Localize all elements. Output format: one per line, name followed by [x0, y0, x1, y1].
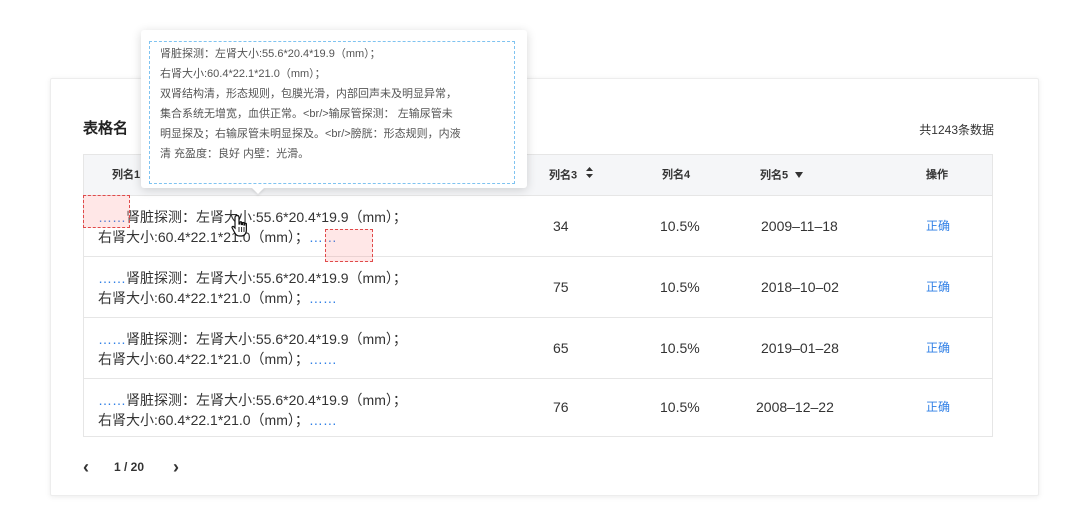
description-line-1: 肾脏探测：左肾大小:55.6*20.4*19.9（mm）；	[126, 209, 407, 225]
tooltip-content: 肾脏探测：左肾大小:55.6*20.4*19.9（mm）； 右肾大小:60.4*…	[149, 41, 515, 184]
expand-prefix-link[interactable]: ……	[98, 392, 126, 408]
tooltip-line: 双肾结构清，形态规则，包膜光滑，内部回声未及明显异常，	[160, 88, 457, 100]
tooltip-line: 右肾大小:60.4*22.1*21.0（mm）；	[160, 68, 326, 80]
cell-col4: 10.5%	[660, 279, 700, 295]
column-header-action: 操作	[926, 169, 948, 181]
cell-col4: 10.5%	[660, 340, 700, 356]
column-header-3[interactable]: 列名3	[549, 155, 594, 196]
hotspot-marker	[325, 229, 373, 262]
description-line-2: 右肾大小:60.4*22.1*21.0（mm）；	[98, 229, 309, 245]
cell-col3: 75	[553, 279, 569, 295]
hand-pointer-icon	[230, 214, 252, 243]
column-header-4: 列名4	[662, 169, 691, 181]
tooltip-popover: 肾脏探测：左肾大小:55.6*20.4*19.9（mm）； 右肾大小:60.4*…	[141, 30, 527, 188]
tooltip-line: 集合系统无增宽，血供正常。<br/>输尿管探测： 左输尿管未	[160, 108, 453, 120]
description-line-2: 右肾大小:60.4*22.1*21.0（mm）；	[98, 351, 309, 367]
column-header-3-label: 列名3	[549, 169, 578, 182]
description-line-2: 右肾大小:60.4*22.1*21.0（mm）；	[98, 290, 309, 306]
description-line-1: 肾脏探测：左肾大小:55.6*20.4*19.9（mm）；	[126, 392, 407, 408]
caret-down-icon[interactable]	[795, 155, 804, 196]
action-link[interactable]: 正确	[926, 196, 950, 257]
table-row: ……肾脏探测：左肾大小:55.6*20.4*19.9（mm）； 右肾大小:60.…	[84, 257, 992, 318]
cell-col5: 2008–12–22	[756, 399, 834, 415]
action-link[interactable]: 正确	[926, 318, 950, 379]
tooltip-line: 明显探及；右输尿管未明显探及。<br/>膀胱：形态规则，内液	[160, 128, 461, 140]
table-row: ……肾脏探测：左肾大小:55.6*20.4*19.9（mm）； 右肾大小:60.…	[84, 196, 992, 257]
expand-suffix-link[interactable]: ……	[309, 412, 337, 428]
table-title: 表格名	[83, 120, 129, 137]
action-link[interactable]: 正确	[926, 257, 950, 318]
cell-col3: 34	[553, 218, 569, 234]
page-indicator: 1 / 20	[114, 460, 145, 474]
expand-prefix-link[interactable]: ……	[98, 331, 126, 347]
cell-col3: 76	[553, 399, 569, 415]
column-header-1: 列名1	[112, 169, 141, 181]
chevron-left-icon[interactable]: ‹	[83, 458, 89, 476]
row-description: ……肾脏探测：左肾大小:55.6*20.4*19.9（mm）； 右肾大小:60.…	[98, 268, 518, 308]
cell-col4: 10.5%	[660, 399, 700, 415]
table-row: ……肾脏探测：左肾大小:55.6*20.4*19.9（mm）； 右肾大小:60.…	[84, 379, 992, 436]
cell-col5: 2018–10–02	[761, 279, 839, 295]
data-table: 列名1 列名3 列名4 列名5 操作 ……肾脏探测：左肾大小:55.6*20.4…	[83, 154, 993, 437]
row-description: ……肾脏探测：左肾大小:55.6*20.4*19.9（mm）； 右肾大小:60.…	[98, 390, 518, 430]
column-header-5[interactable]: 列名5	[760, 155, 804, 196]
cell-col5: 2009–11–18	[761, 218, 838, 234]
row-description: ……肾脏探测：左肾大小:55.6*20.4*19.9（mm）； 右肾大小:60.…	[98, 329, 518, 369]
expand-suffix-link[interactable]: ……	[309, 351, 337, 367]
total-count: 共1243条数据	[919, 123, 994, 137]
tooltip-line: 清 充盈度：良好 内壁：光滑。	[160, 148, 310, 160]
sort-both-icon[interactable]	[586, 155, 594, 196]
column-header-5-label: 列名5	[760, 169, 789, 182]
description-line-1: 肾脏探测：左肾大小:55.6*20.4*19.9（mm）；	[126, 270, 407, 286]
tooltip-arrow	[251, 187, 265, 194]
cell-col3: 65	[553, 340, 569, 356]
action-link[interactable]: 正确	[926, 379, 950, 436]
chevron-right-icon[interactable]: ›	[173, 458, 179, 476]
table-row: ……肾脏探测：左肾大小:55.6*20.4*19.9（mm）； 右肾大小:60.…	[84, 318, 992, 379]
expand-prefix-link[interactable]: ……	[98, 270, 126, 286]
description-line-2: 右肾大小:60.4*22.1*21.0（mm）；	[98, 412, 309, 428]
row-description: ……肾脏探测：左肾大小:55.6*20.4*19.9（mm）； 右肾大小:60.…	[98, 207, 518, 247]
hotspot-marker	[83, 195, 130, 228]
cell-col5: 2019–01–28	[761, 340, 839, 356]
expand-suffix-link[interactable]: ……	[309, 290, 337, 306]
cell-col4: 10.5%	[660, 218, 700, 234]
description-line-1: 肾脏探测：左肾大小:55.6*20.4*19.9（mm）；	[126, 331, 407, 347]
tooltip-line: 肾脏探测：左肾大小:55.6*20.4*19.9（mm）；	[160, 48, 381, 60]
